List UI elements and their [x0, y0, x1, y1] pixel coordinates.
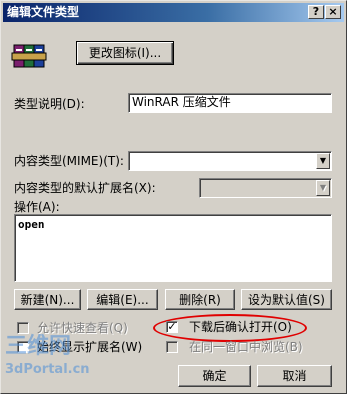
change-icon-button[interactable]: 更改图标(I)... [76, 41, 174, 65]
edit-file-type-dialog: 编辑文件类型 ? × 更改图标(I)... 类型说明(D): WinRAR 压缩… [0, 0, 347, 394]
confirm-open-checkbox[interactable]: ✓ [166, 321, 178, 333]
edit-action-button[interactable]: 编辑(E)... [87, 289, 158, 310]
set-default-button[interactable]: 设为默认值(S) [241, 289, 332, 310]
default-ext-select[interactable]: ▼ [199, 178, 332, 198]
window-title: 编辑文件类型 [7, 5, 80, 19]
actions-label: 操作(A): [14, 200, 60, 214]
winrar-archive-icon [11, 41, 49, 71]
same-window-checkbox[interactable] [166, 341, 178, 353]
actions-list[interactable]: open [14, 214, 332, 282]
remove-action-button[interactable]: 删除(R) [165, 289, 235, 310]
help-button[interactable]: ? [308, 5, 324, 19]
ok-button[interactable]: 确定 [178, 365, 251, 387]
content-type-label: 内容类型(MIME)(T): [14, 154, 124, 168]
chevron-down-icon[interactable]: ▼ [316, 153, 330, 169]
content-type-select[interactable]: ▼ [128, 151, 332, 171]
description-label: 类型说明(D): [14, 97, 85, 111]
cancel-button[interactable]: 取消 [257, 365, 332, 387]
title-bar: 编辑文件类型 ? × [3, 3, 344, 22]
description-input[interactable]: WinRAR 压缩文件 [128, 93, 332, 113]
close-button[interactable]: × [325, 5, 341, 19]
default-ext-label: 内容类型的默认扩展名(X): [14, 181, 156, 195]
same-window-label: 在同一窗口中浏览(B) [189, 340, 303, 354]
chevron-down-icon[interactable]: ▼ [316, 180, 330, 196]
quick-view-label: 允许快速查看(Q) [37, 321, 128, 335]
confirm-open-label: 下载后确认打开(O) [189, 320, 292, 334]
list-item[interactable]: open [18, 217, 331, 233]
watermark-url: 3dPortal.cn [5, 362, 90, 377]
new-action-button[interactable]: 新建(N)... [14, 289, 81, 310]
quick-view-checkbox[interactable] [17, 322, 29, 334]
watermark-logo: 三维网 [5, 334, 72, 359]
